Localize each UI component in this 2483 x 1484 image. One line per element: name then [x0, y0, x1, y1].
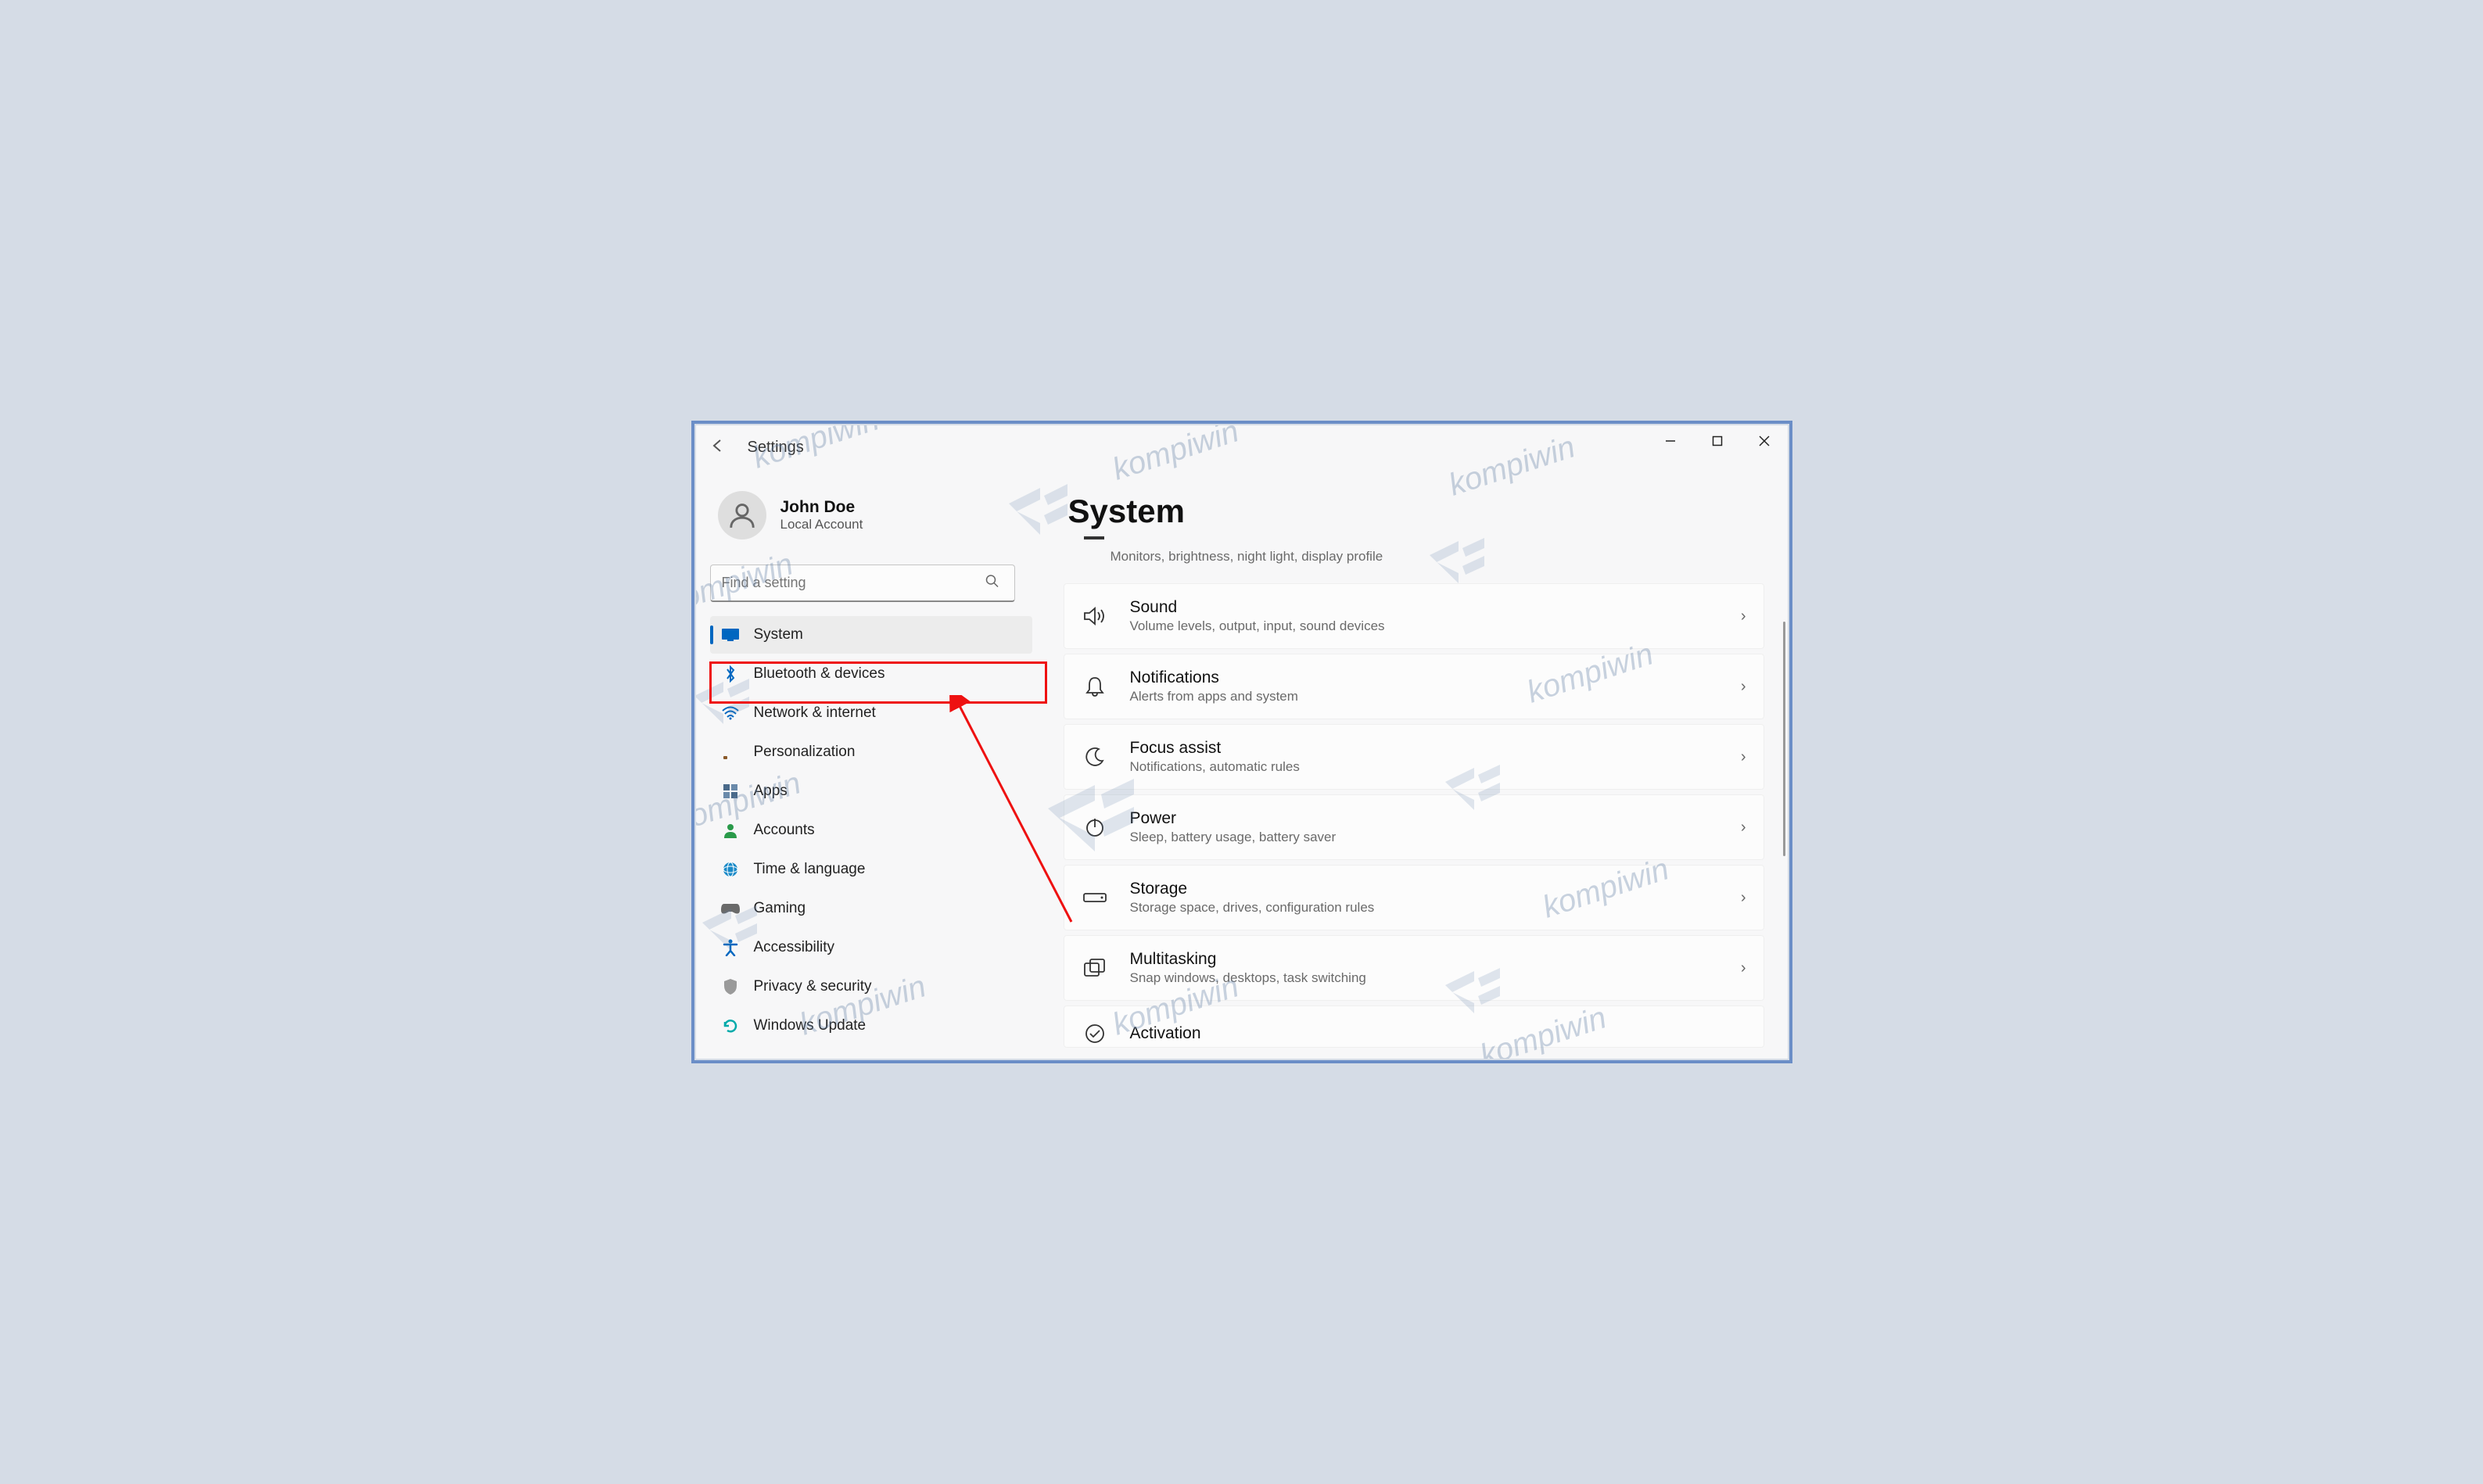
settings-window: kompiwin kompiwin kompiwin kompiwin komp… [696, 425, 1788, 1059]
close-button[interactable] [1741, 425, 1788, 457]
item-subtitle: Notifications, automatic rules [1130, 759, 1741, 775]
item-title: Activation [1130, 1024, 1746, 1043]
sidebar-item-accessibility[interactable]: Accessibility [710, 929, 1032, 966]
sidebar-item-label: Personalization [754, 744, 856, 761]
apps-icon [721, 782, 740, 801]
display-partial-indicator [1084, 536, 1104, 539]
sidebar-item-label: System [754, 626, 803, 643]
sidebar-item-gaming[interactable]: Gaming [710, 890, 1032, 927]
sidebar-item-windows-update[interactable]: Windows Update [710, 1007, 1032, 1045]
system-item-sound[interactable]: Sound Volume levels, output, input, soun… [1064, 583, 1764, 649]
accessibility-icon [721, 938, 740, 957]
sidebar-item-network[interactable]: Network & internet [710, 694, 1032, 732]
sidebar-item-system[interactable]: System [710, 616, 1032, 654]
item-subtitle: Monitors, brightness, night light, displ… [1111, 549, 1747, 565]
shield-icon [721, 977, 740, 996]
multitask-icon [1082, 955, 1108, 981]
moon-icon [1082, 744, 1108, 770]
item-subtitle: Sleep, battery usage, battery saver [1130, 830, 1741, 845]
content-area: System Monitors, brightness, night light… [1040, 469, 1788, 1059]
user-name: John Doe [780, 498, 863, 517]
page-title: System [1068, 493, 1764, 530]
sidebar-item-label: Privacy & security [754, 978, 872, 995]
system-item-power[interactable]: Power Sleep, battery usage, battery save… [1064, 794, 1764, 860]
sidebar-item-label: Time & language [754, 861, 866, 878]
sidebar-item-label: Gaming [754, 900, 806, 917]
chevron-right-icon: › [1741, 748, 1746, 766]
chevron-right-icon: › [1741, 819, 1746, 837]
sidebar-item-label: Apps [754, 783, 788, 800]
brush-icon [721, 743, 740, 762]
system-item-storage[interactable]: Storage Storage space, drives, configura… [1064, 865, 1764, 930]
minimize-button[interactable] [1647, 425, 1694, 457]
search-box [710, 565, 1032, 602]
chevron-right-icon: › [1741, 959, 1746, 977]
system-item-display[interactable]: Monitors, brightness, night light, displ… [1064, 544, 1764, 579]
maximize-button[interactable] [1694, 425, 1741, 457]
scrollbar[interactable] [1783, 622, 1785, 856]
sound-icon [1082, 603, 1108, 629]
sidebar-item-apps[interactable]: Apps [710, 772, 1032, 810]
item-title: Multitasking [1130, 950, 1741, 969]
bell-icon [1082, 673, 1108, 700]
item-title: Power [1130, 809, 1741, 828]
system-item-multitasking[interactable]: Multitasking Snap windows, desktops, tas… [1064, 935, 1764, 1001]
item-title: Sound [1130, 598, 1741, 617]
sidebar-item-label: Accounts [754, 822, 815, 839]
sidebar-item-personalization[interactable]: Personalization [710, 733, 1032, 771]
chevron-right-icon: › [1741, 608, 1746, 626]
item-subtitle: Volume levels, output, input, sound devi… [1130, 618, 1741, 634]
search-input[interactable] [710, 565, 1015, 602]
item-subtitle: Storage space, drives, configuration rul… [1130, 900, 1741, 916]
bluetooth-icon [721, 665, 740, 683]
back-button[interactable] [710, 438, 726, 457]
system-item-focus-assist[interactable]: Focus assist Notifications, automatic ru… [1064, 724, 1764, 790]
power-icon [1082, 814, 1108, 841]
gamepad-icon [721, 899, 740, 918]
sidebar-item-privacy[interactable]: Privacy & security [710, 968, 1032, 1005]
item-title: Storage [1130, 880, 1741, 898]
sidebar-item-label: Accessibility [754, 939, 834, 956]
sidebar-item-label: Bluetooth & devices [754, 665, 885, 683]
user-block[interactable]: John Doe Local Account [710, 477, 1032, 558]
system-item-notifications[interactable]: Notifications Alerts from apps and syste… [1064, 654, 1764, 719]
avatar [718, 491, 766, 539]
sidebar-item-label: Network & internet [754, 704, 876, 722]
globe-icon [721, 860, 740, 879]
chevron-right-icon: › [1741, 889, 1746, 907]
update-icon [721, 1016, 740, 1035]
system-item-activation[interactable]: Activation [1064, 1005, 1764, 1048]
user-account-type: Local Account [780, 517, 863, 532]
item-title: Notifications [1130, 669, 1741, 687]
item-title: Focus assist [1130, 739, 1741, 758]
sidebar-item-label: Windows Update [754, 1017, 867, 1034]
storage-icon [1082, 884, 1108, 911]
search-icon [985, 575, 999, 593]
window-title: Settings [748, 439, 804, 457]
item-subtitle: Alerts from apps and system [1130, 689, 1741, 704]
person-icon [721, 821, 740, 840]
sidebar: John Doe Local Account System Bluetooth … [696, 469, 1040, 1059]
sidebar-item-bluetooth[interactable]: Bluetooth & devices [710, 655, 1032, 693]
wifi-icon [721, 704, 740, 722]
sidebar-item-time-language[interactable]: Time & language [710, 851, 1032, 888]
titlebar: Settings [696, 425, 1788, 469]
sidebar-item-accounts[interactable]: Accounts [710, 812, 1032, 849]
monitor-icon [721, 626, 740, 644]
window-controls [1647, 425, 1788, 457]
item-subtitle: Snap windows, desktops, task switching [1130, 970, 1741, 986]
check-circle-icon [1082, 1020, 1108, 1047]
chevron-right-icon: › [1741, 678, 1746, 696]
